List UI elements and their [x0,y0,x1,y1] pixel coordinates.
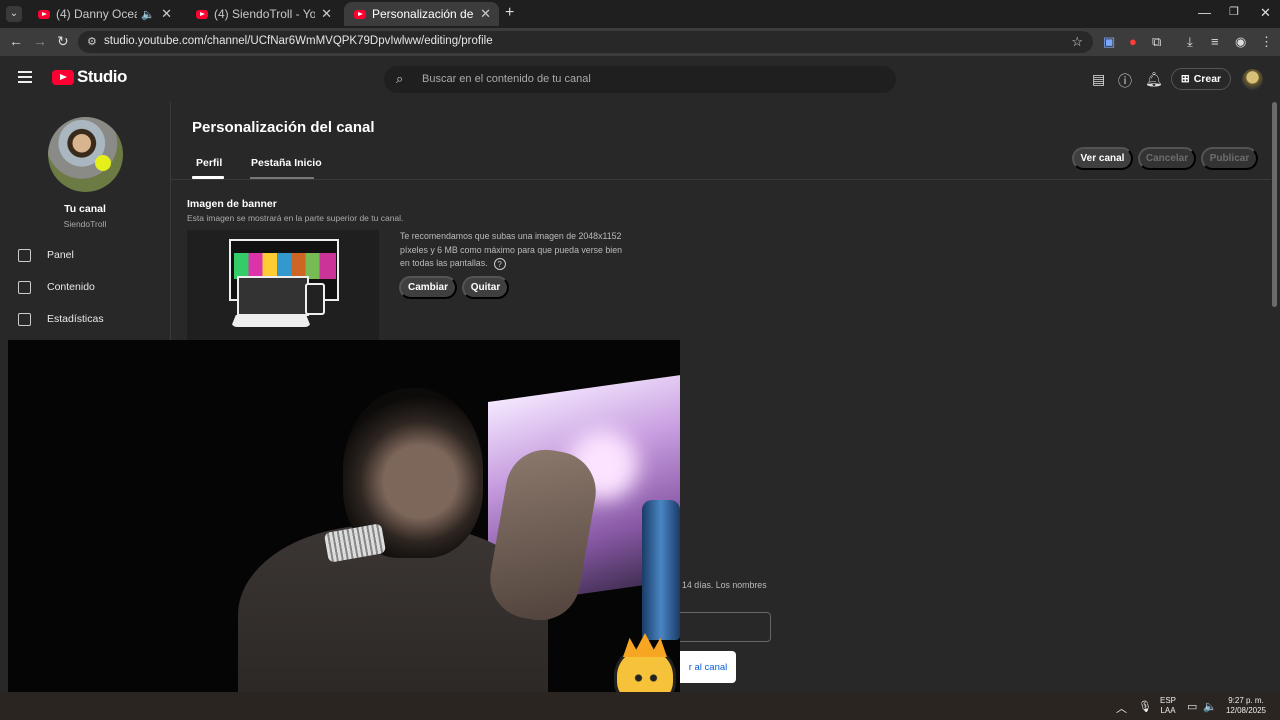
name-change-notice: 14 días. Los nombres [682,580,767,590]
banner-section-description: Esta imagen se mostrará en la parte supe… [187,213,404,223]
banner-section-title: Imagen de banner [187,198,277,210]
tab-title: Personalización del canal - You [372,7,474,21]
phone-preview [305,283,325,315]
create-video-icon: ⊞ [1180,73,1190,85]
water-bottle-image [642,500,680,640]
cancel-button[interactable]: Cancelar [1138,147,1196,170]
channel-link-button[interactable]: r al canal [680,651,736,683]
banner-recommendation: Te recomendamos que subas una imagen de … [400,230,630,271]
browser-tab-studio[interactable]: Personalización del canal - You ✕ [344,2,499,26]
url-text: studio.youtube.com/channel/UCfNar6WmMVQP… [104,35,493,47]
mascot-eyes [631,673,661,683]
download-icon[interactable]: ⤓ [1187,34,1193,50]
network-icon[interactable]: ▭ [1187,700,1197,713]
hamburger-menu-icon[interactable] [18,71,32,83]
sidebar-item-label: Contenido [47,281,95,293]
youtube-logo-icon[interactable] [52,70,74,85]
profile-icon[interactable]: ◉ [1235,34,1246,50]
feedback-icon[interactable]: ▤ [1092,71,1105,88]
browser-tab-danny-ocean[interactable]: (4) Danny Ocean - Me Rehú 🔈 ✕ [28,2,180,26]
create-button[interactable]: ⊞ Crear [1171,68,1231,90]
avatar-detail [95,155,111,171]
banner-preview [187,230,379,340]
channel-avatar[interactable] [48,117,123,192]
change-banner-button[interactable]: Cambiar [399,276,457,299]
tab-search-button[interactable]: ⌄ [6,6,22,22]
sidebar-item-label: Panel [47,249,74,261]
view-channel-button[interactable]: Ver canal [1072,147,1133,170]
reload-icon[interactable]: ↻ [57,33,69,50]
address-bar[interactable]: ⚙ studio.youtube.com/channel/UCfNar6WmMV… [78,31,1093,53]
search-input[interactable] [422,71,882,87]
youtube-favicon-icon [38,9,50,19]
language-line2: LAA [1160,706,1176,715]
laptop-base [231,315,311,327]
webcam-overlay [8,340,680,714]
remove-banner-button[interactable]: Quitar [462,276,509,299]
media-control-icon[interactable]: ≡ [1211,34,1219,49]
tab-close-icon[interactable]: ✕ [161,6,172,22]
forward-icon[interactable]: → [33,33,47,49]
tab-close-icon[interactable]: ✕ [321,6,332,22]
help-icon[interactable]: ⓘ [1118,71,1132,91]
tab-profile[interactable]: Perfil [196,157,222,169]
channel-handle: SiendoTroll [63,219,107,229]
account-avatar[interactable] [1242,69,1263,90]
tab-title: (4) SiendoTroll - YouTube [214,7,316,21]
volume-icon[interactable]: 🔈 [1203,700,1217,713]
scrollbar[interactable] [1272,102,1277,307]
extensions-icon[interactable]: ⧉ [1152,34,1161,50]
taskbar: ︿ 🎙︎ ESP LAA ▭ 🔈 9:27 p. m. 12/08/2025 [0,692,1280,720]
banner-recommendation-text: Te recomendamos que subas una imagen de … [400,231,622,268]
name-input-partial[interactable] [680,612,771,642]
bookmark-star-icon[interactable]: ☆ [1071,34,1083,50]
publish-button[interactable]: Publicar [1201,147,1258,170]
browser-toolbar: ← → ↻ ⚙ studio.youtube.com/channel/UCfNa… [0,28,1280,56]
sidebar-item-panel[interactable]: Panel [0,241,170,269]
sidebar-item-analytics[interactable]: Estadísticas [0,305,170,333]
browser-tab-strip: ⌄ (4) Danny Ocean - Me Rehú 🔈 ✕ (4) Sien… [0,0,1280,28]
content-icon [18,280,31,294]
new-tab-button[interactable]: + [505,4,514,22]
menu-dots-icon[interactable]: ⋮ [1260,34,1273,50]
sidebar-item-label: Estadísticas [47,313,104,325]
tab-close-icon[interactable]: ✕ [480,6,491,22]
translate-extension-icon[interactable]: ▣ [1103,34,1115,50]
sidebar-item-content[interactable]: Contenido [0,273,170,301]
studio-logo-text[interactable]: Studio [77,67,127,87]
site-info-icon[interactable]: ⚙ [87,35,97,48]
clock[interactable]: 9:27 p. m. 12/08/2025 [1220,696,1272,716]
youtube-favicon-icon [354,9,366,19]
speaker-icon[interactable]: 🔈 [141,8,155,21]
youtube-favicon-icon [196,9,208,19]
back-icon[interactable]: ← [9,33,23,49]
red-extension-icon[interactable]: ● [1129,34,1137,49]
help-circle-icon[interactable]: ? [493,257,506,270]
analytics-icon [18,312,31,326]
dashboard-icon [18,248,31,262]
show-hidden-icons-icon[interactable]: ︿ [1116,700,1127,716]
notifications-bell-icon[interactable]: 🔔︎ [1145,71,1163,88]
tab-title: (4) Danny Ocean - Me Rehú [56,7,138,21]
clock-time: 9:27 p. m. [1228,696,1264,705]
close-window-icon[interactable]: ✕ [1260,5,1271,21]
restore-icon[interactable]: ❐ [1229,5,1239,18]
search-icon[interactable]: ⌕ [396,71,403,87]
browser-tab-siendotroll[interactable]: (4) SiendoTroll - YouTube ✕ [186,2,340,26]
search-box[interactable]: ⌕ [384,66,896,93]
page-title: Personalización del canal [192,119,375,136]
divider [171,179,1271,180]
tab-home[interactable]: Pestaña Inicio [251,157,322,169]
minimize-icon[interactable]: — [1198,5,1211,20]
laptop-preview [237,276,309,316]
create-label: Crear [1193,73,1222,85]
clock-date: 12/08/2025 [1225,706,1267,715]
language-line1: ESP [1159,696,1176,705]
studio-header: Studio ⌕ ▤ ⓘ 🔔︎ ⊞ Crear [0,56,1280,102]
microphone-icon[interactable]: 🎙︎ [1138,700,1152,713]
language-indicator[interactable]: ESP LAA [1158,696,1178,716]
channel-title: Tu canal [64,203,106,215]
